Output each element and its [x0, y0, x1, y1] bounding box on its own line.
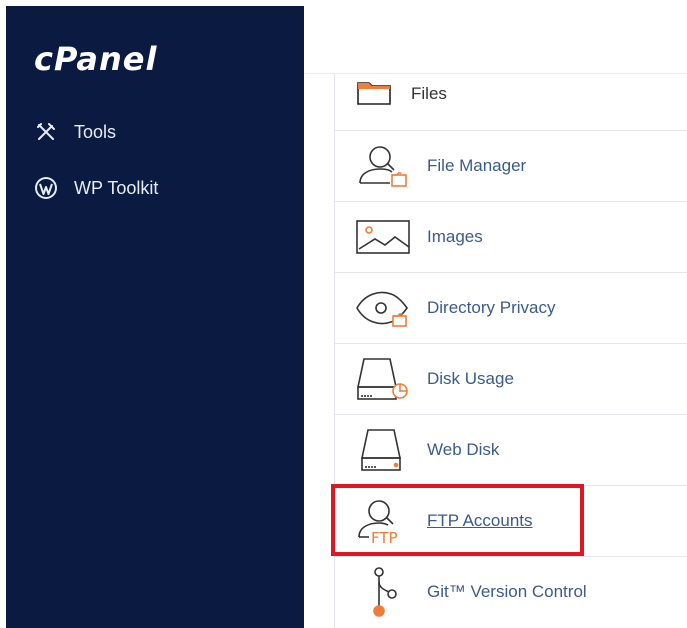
web-disk-icon: [355, 426, 411, 474]
sidebar-item-label: Tools: [74, 121, 117, 142]
sidebar: cPanel Tools WP Toolkit: [6, 6, 304, 628]
web-disk-item[interactable]: Web Disk: [335, 414, 687, 485]
sidebar-item-tools[interactable]: Tools: [34, 118, 116, 146]
tools-icon: [34, 120, 58, 144]
images-label: Images: [427, 227, 483, 246]
web-disk-label: Web Disk: [427, 440, 500, 459]
ftp-icon-text: FTP: [371, 529, 398, 545]
file-manager-label: File Manager: [427, 156, 527, 175]
ftp-accounts-icon: FTP: [355, 497, 411, 545]
file-manager-icon: [355, 142, 411, 190]
files-panel: Files File Manager Images Directory Priv…: [334, 74, 687, 628]
directory-privacy-item[interactable]: Directory Privacy: [335, 272, 687, 343]
wordpress-icon: [34, 176, 58, 200]
top-bar: [304, 6, 687, 74]
directory-privacy-label: Directory Privacy: [427, 298, 556, 317]
disk-usage-icon: [355, 355, 411, 403]
files-section-header[interactable]: Files: [357, 78, 447, 110]
disk-usage-item[interactable]: Disk Usage: [335, 343, 687, 414]
files-header-label: Files: [411, 84, 447, 103]
directory-privacy-icon: [355, 284, 411, 332]
git-version-control-label: Git™ Version Control: [427, 582, 587, 601]
ftp-accounts-link[interactable]: FTP Accounts: [427, 511, 533, 531]
disk-usage-label: Disk Usage: [427, 369, 514, 388]
file-manager-item[interactable]: File Manager: [335, 130, 687, 201]
cpanel-logo[interactable]: cPanel: [34, 40, 157, 78]
git-version-control-item[interactable]: Git™ Version Control: [335, 556, 687, 627]
folder-icon: [357, 79, 391, 110]
sidebar-item-label: WP Toolkit: [74, 177, 159, 198]
git-icon: [355, 567, 411, 617]
sidebar-item-wp-toolkit[interactable]: WP Toolkit: [34, 174, 158, 202]
ftp-accounts-item[interactable]: FTP FTP Accounts: [335, 485, 687, 556]
images-icon: [355, 213, 411, 261]
images-item[interactable]: Images: [335, 201, 687, 272]
